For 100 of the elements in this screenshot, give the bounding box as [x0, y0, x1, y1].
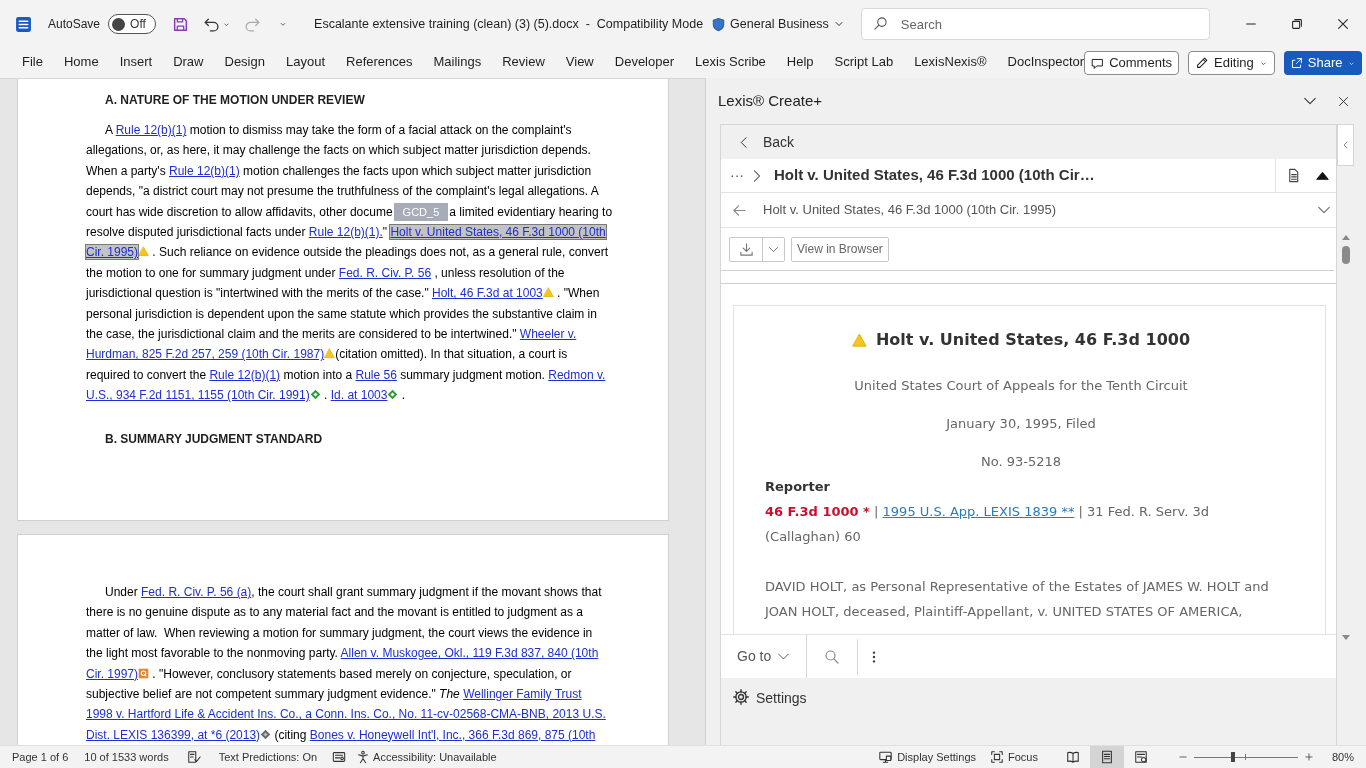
paragraph: A Rule 12(b)(1) motion to dismiss may take the form of a facial attack on the complaint's allegations, or, as here, it may challenge the facts on which subject matter jurisdiction depends. When a party's Rule 12(b)(1) motion challenges the facts upon which subject matter jurisdiction depends, "a district court may not presume the truthfulness of the complaint's legal allegations. A court has wide discretion to allow affidavits, other docume GCD_5 a limited evidentiary hearing to resolve disputed jurisdictional facts under Rule 12(b)(1)." Holt v. United States, 46 F.3d 1000 (10th Cir. 1995) . Such reliance on evidence outside the pleadings does not, as a general rule, convert the motion to one for summary judgment under Fed. R. Civ. P. 56 , unless resolution of the jurisdictional question is "intertwined with the merits of the case." Holt, 46 F.3d at 1003 . "When personal jurisdiction is dependent upon the same statute which provides the substantive claim in the case, the jurisdictional claim and the merits are considered to be intertwined." Wheeler v. Hurdman, 825 F.2d 257, 259 (10th Cir. 1987) (citation omitted). In that situation, a court is required to convert the Rule 12(b)(1) motion into a Rule 56 summary judgment motion. Redmon v. U.S., 934 F.2d 1151, 1155 (10th Cir. 1991) . Id. at 1003 . — [86, 122, 614, 405]
ribbon-tab[interactable]: View — [565, 48, 594, 78]
triangle-signal-icon[interactable] — [138, 246, 150, 258]
citation-link[interactable]: Wellinger Family Trust — [463, 686, 582, 701]
citation-link[interactable]: Cir. 1997) — [86, 666, 139, 681]
breadcrumb-title: Holt v. United States, 46 F.3d 1000 (10th Cir… — [774, 165, 1095, 186]
breadcrumb-ellipsis[interactable]: ··· — [730, 165, 744, 186]
search-field[interactable]: Search — [860, 8, 1210, 40]
chevron-left-icon — [1341, 141, 1350, 149]
ribbon-tab[interactable]: Design — [224, 48, 265, 78]
settings-icon — [732, 688, 750, 706]
court-name: United States Court of Appeals for the Tenth Circuit — [853, 377, 1189, 395]
shield-icon — [711, 16, 727, 32]
citation-link[interactable]: Fed. R. Civ. P. 56 — [338, 265, 432, 280]
citation-link[interactable]: Redmon v. — [548, 367, 606, 382]
case-title: Holt v. United States, 46 F.3d 1000 — [875, 329, 1191, 351]
section-heading: A. NATURE OF THE MOTION UNDER REVIEW — [104, 92, 366, 108]
ribbon-tab[interactable]: Review — [502, 48, 545, 78]
parties-text: DAVID HOLT, as Personal Representative of the Estates of JAMES W. HOLT and JOAN HOLT, deceased, Plaintiff-Appellant, v. UNITED STATES OF AMERICA, — [765, 578, 1270, 621]
citation-link[interactable]: Id. at 1003 — [330, 388, 388, 403]
autosave-label: AutoSave — [48, 16, 101, 33]
document-title: Escalante extensive training (clean) (3) (5).docx - Compatibility Mode — [314, 15, 704, 33]
ribbon-tab[interactable]: Lexis Scribe — [695, 48, 766, 78]
citation-link[interactable]: Rule 12(b)(1) — [169, 163, 240, 178]
text-predictions-icon[interactable] — [332, 750, 347, 764]
monitor-icon — [878, 750, 894, 764]
comments-button[interactable]: Comments — [1084, 51, 1180, 75]
citation-link[interactable]: 1998 v. Hartford Life & Accident Ins. Co., a Conn. Ins. Co., No. 11-cv-02568-CMA-BNB, 2013 U.S. — [86, 707, 606, 722]
pane-title: Lexis® Create+ — [718, 90, 823, 111]
save-icon[interactable] — [172, 15, 190, 33]
section-heading: B. SUMMARY JUDGMENT STANDARD — [104, 431, 324, 448]
ribbon-tab[interactable]: DocInspector — [1007, 48, 1085, 78]
comment-icon — [1091, 56, 1105, 70]
citation-link[interactable]: Rule 12(b)(1). — [308, 224, 383, 239]
paragraph: Under Fed. R. Civ. P. 56 (a), the court shall grant summary judgment if the movant shows that there is no genuine dispute as to any material fact and the movant is entitled to judgment as a matter of law. When reviewing a motion for summary judgment, the court views the evidence in the light most favorable to the nonmoving party. Allen v. Muskogee, Okl., 119 F.3d 837, 840 (10th Cir. 1997) . "However, conclusory statements based merely on conjecture, speculation, or subjective belief are not competent summary judgment evidence." The Wellinger Family Trust 1998 v. Hartford Life & Accident Ins. Co., a Conn. Ins. Co., No. 11-cv-02568-CMA-BNB, 2013 U.S. Dist. LEXIS 136399, at *6 (2013) (citing Bones v. Honeywell Int'l, Inc., 366 F.3d 869, 875 (10th — [86, 584, 607, 744]
proofing-icon[interactable] — [186, 750, 201, 764]
docket-number: No. 93-5218 — [980, 453, 1062, 471]
ribbon-tab[interactable]: Insert — [119, 48, 153, 78]
download-icon — [738, 241, 754, 257]
word-count[interactable]: 10 of 1533 words — [84, 748, 169, 766]
citation-link[interactable]: Holt v. United States, 46 F.3d 1000 (10th — [390, 224, 606, 239]
autosave-toggle[interactable]: Off — [108, 14, 157, 34]
warning-triangle-icon — [851, 332, 867, 348]
ribbon-tab[interactable]: Script Lab — [834, 48, 894, 78]
citation-link[interactable]: Hurdman, 825 F.2d 257, 259 (10th Cir. 1987) — [86, 347, 325, 362]
focus-icon — [990, 750, 1004, 764]
citation-link[interactable]: Allen v. Muskogee, Okl., 119 F.3d 837, 840 (10th — [340, 646, 599, 661]
citation-link[interactable]: Dist. LEXIS 136399, at *6 (2013) — [86, 727, 261, 742]
zoom-slider[interactable] — [1193, 751, 1298, 763]
view-in-browser-button[interactable]: View in Browser — [791, 236, 889, 262]
restore-icon[interactable] — [1290, 17, 1304, 31]
citation-link[interactable]: Rule 12(b)(1) — [115, 123, 187, 137]
diamond-signal-icon[interactable] — [309, 389, 321, 401]
diamond-signal-icon[interactable] — [260, 728, 272, 740]
ribbon-tab[interactable]: References — [346, 48, 413, 78]
ribbon-tab[interactable]: Mailings — [433, 48, 482, 78]
ribbon-tab[interactable]: Help — [786, 48, 814, 78]
document-icon[interactable] — [1286, 168, 1301, 183]
ribbon-tab[interactable]: Layout — [285, 48, 325, 78]
ribbon-tab[interactable]: Developer — [614, 48, 675, 78]
diamond-signal-icon[interactable] — [387, 389, 399, 401]
display-settings-button[interactable]: Display Settings — [878, 748, 976, 766]
reporter-citations: 46 F.3d 1000 * | 1995 U.S. App. LEXIS 1839 ** | 31 Fed. R. Serv. 3d (Callaghan) 60 — [765, 503, 1210, 546]
close-icon[interactable] — [1337, 94, 1350, 108]
read-view-icon — [1065, 750, 1080, 764]
editing-mode-button[interactable]: Editing — [1188, 51, 1275, 75]
filed-date: January 30, 1995, Filed — [944, 415, 1097, 433]
share-icon — [1289, 56, 1303, 70]
reporter-label: Reporter — [765, 478, 831, 496]
ribbon-tab[interactable]: Draw — [173, 48, 204, 78]
ribbon-tab[interactable]: File — [22, 48, 43, 78]
citation-link[interactable]: Holt, 46 F.3d at 1003 — [432, 286, 543, 301]
citation-link[interactable]: Wheeler v. — [519, 326, 577, 341]
ribbon-tab[interactable]: Home — [63, 48, 99, 78]
focus-button[interactable]: Focus — [990, 748, 1038, 766]
print-layout-button[interactable] — [1089, 746, 1124, 768]
zoom-percentage[interactable]: 80% — [1331, 748, 1354, 766]
sensitivity-label-button[interactable]: General Business — [711, 14, 845, 34]
citation-link[interactable]: Bones v. Honeywell Int'l, Inc., 366 F.3d 869, 875 (10th — [309, 727, 596, 742]
print-view-icon — [1099, 750, 1114, 764]
web-view-icon — [1133, 750, 1148, 764]
pencil-icon — [1195, 56, 1210, 70]
citation-link[interactable]: Rule 12(b)(1) — [209, 367, 281, 382]
citation-link[interactable]: Rule 56 — [355, 367, 397, 382]
page-count[interactable]: Page 1 of 6 — [12, 748, 69, 766]
app-icon — [15, 15, 32, 33]
close-icon[interactable] — [1336, 17, 1350, 31]
search-icon — [872, 16, 888, 31]
citation-link[interactable]: U.S., 934 F.2d 1151, 1155 (10th Cir. 1991) — [86, 388, 310, 403]
arrow-left-icon[interactable] — [732, 202, 747, 218]
square-signal-icon[interactable] — [138, 667, 150, 679]
accessibility-status[interactable]: Accessibility: Unavailable — [356, 748, 497, 766]
citation-link[interactable]: Cir. 1995) — [86, 245, 139, 260]
text-predictions-status[interactable]: Text Predictions: On — [218, 748, 318, 766]
ribbon-tab[interactable]: LexisNexis® — [914, 48, 987, 78]
citation-link[interactable]: 1995 U.S. App. LEXIS 1839 ** — [882, 504, 1075, 519]
zoom-in-icon[interactable] — [1303, 752, 1314, 762]
share-button[interactable]: Share — [1283, 51, 1363, 75]
search-icon[interactable] — [824, 648, 841, 665]
download-button[interactable] — [729, 236, 785, 262]
